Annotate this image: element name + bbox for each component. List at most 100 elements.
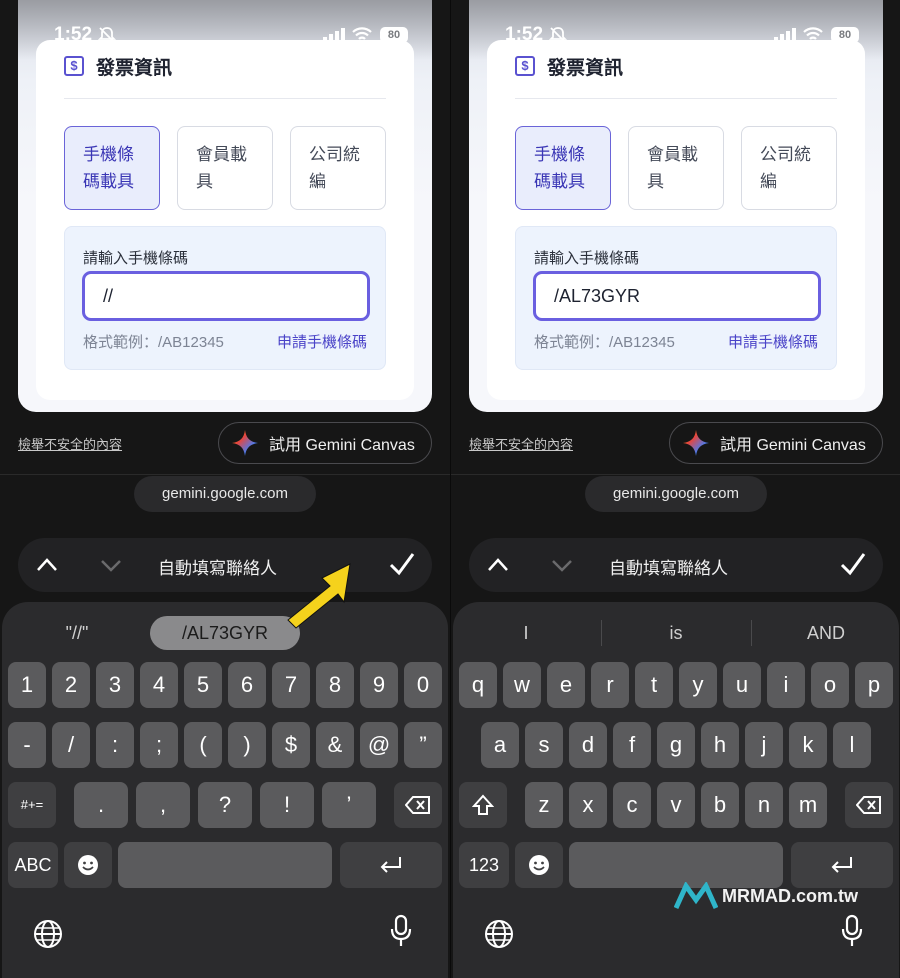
option-label: 會員載: [196, 145, 247, 164]
key[interactable]: y: [679, 662, 717, 708]
watermark: MRMAD.com.tw: [674, 880, 858, 912]
emoji-key[interactable]: [64, 842, 112, 888]
divider: [64, 98, 386, 99]
url-pill[interactable]: gemini.google.com: [134, 476, 316, 512]
microphone-icon[interactable]: [841, 914, 863, 948]
webview: 1:52 80 $ 發票資訊 手機條 碼載具 會員載 具 公司統 編 請輸入手機…: [469, 0, 883, 412]
key[interactable]: 4: [140, 662, 178, 708]
key[interactable]: f: [613, 722, 651, 768]
suggestion[interactable]: I: [453, 616, 599, 650]
key[interactable]: e: [547, 662, 585, 708]
symbols-toggle-key[interactable]: #+=: [8, 782, 56, 828]
key[interactable]: t: [635, 662, 673, 708]
key[interactable]: 9: [360, 662, 398, 708]
chevron-down-icon[interactable]: [100, 555, 122, 575]
report-unsafe-link[interactable]: 檢舉不安全的內容: [469, 434, 573, 453]
key[interactable]: q: [459, 662, 497, 708]
delete-key[interactable]: [394, 782, 442, 828]
key[interactable]: ): [228, 722, 266, 768]
key[interactable]: $: [272, 722, 310, 768]
shift-key[interactable]: [459, 782, 507, 828]
key[interactable]: ;: [140, 722, 178, 768]
key[interactable]: (: [184, 722, 222, 768]
barcode-input[interactable]: //: [82, 271, 370, 321]
try-gemini-canvas-button[interactable]: 試用 Gemini Canvas: [669, 422, 883, 464]
option-company-tax-id[interactable]: 公司統 編: [741, 126, 837, 210]
checkmark-icon[interactable]: [839, 550, 867, 578]
chevron-up-icon[interactable]: [487, 555, 509, 575]
return-key[interactable]: [340, 842, 442, 888]
numbers-key[interactable]: 123: [459, 842, 509, 888]
apply-barcode-link[interactable]: 申請手機條碼: [728, 331, 818, 352]
suggestion[interactable]: "//": [42, 616, 112, 650]
option-member-carrier[interactable]: 會員載 具: [177, 126, 273, 210]
key[interactable]: u: [723, 662, 761, 708]
globe-icon[interactable]: [483, 918, 515, 950]
key[interactable]: w: [503, 662, 541, 708]
autofill-contacts-label[interactable]: 自動填寫聯絡人: [609, 554, 728, 579]
emoji-key[interactable]: [515, 842, 563, 888]
key[interactable]: ’: [322, 782, 376, 828]
key[interactable]: r: [591, 662, 629, 708]
key[interactable]: 1: [8, 662, 46, 708]
option-member-carrier[interactable]: 會員載 具: [628, 126, 724, 210]
key[interactable]: &: [316, 722, 354, 768]
key[interactable]: .: [74, 782, 128, 828]
chevron-up-icon[interactable]: [36, 555, 58, 575]
key[interactable]: k: [789, 722, 827, 768]
key[interactable]: p: [855, 662, 893, 708]
key[interactable]: z: [525, 782, 563, 828]
key[interactable]: c: [613, 782, 651, 828]
checkmark-icon[interactable]: [388, 550, 416, 578]
key[interactable]: j: [745, 722, 783, 768]
key[interactable]: a: [481, 722, 519, 768]
key[interactable]: l: [833, 722, 871, 768]
abc-key[interactable]: ABC: [8, 842, 58, 888]
key[interactable]: x: [569, 782, 607, 828]
suggestion[interactable]: AND: [753, 616, 899, 650]
key[interactable]: 3: [96, 662, 134, 708]
space-key[interactable]: [118, 842, 332, 888]
key[interactable]: m: [789, 782, 827, 828]
autofill-bar: 自動填寫聯絡人: [18, 538, 432, 592]
suggestion-highlighted[interactable]: /AL73GYR: [150, 616, 300, 650]
option-company-tax-id[interactable]: 公司統 編: [290, 126, 386, 210]
key[interactable]: h: [701, 722, 739, 768]
key[interactable]: !: [260, 782, 314, 828]
option-mobile-barcode[interactable]: 手機條 碼載具: [64, 126, 160, 210]
globe-icon[interactable]: [32, 918, 64, 950]
key[interactable]: b: [701, 782, 739, 828]
key[interactable]: ?: [198, 782, 252, 828]
key[interactable]: 5: [184, 662, 222, 708]
suggestion[interactable]: is: [603, 616, 749, 650]
key[interactable]: 0: [404, 662, 442, 708]
key[interactable]: s: [525, 722, 563, 768]
key[interactable]: g: [657, 722, 695, 768]
key[interactable]: i: [767, 662, 805, 708]
autofill-contacts-label[interactable]: 自動填寫聯絡人: [158, 554, 277, 579]
key[interactable]: 2: [52, 662, 90, 708]
key[interactable]: v: [657, 782, 695, 828]
barcode-input-box: 請輸入手機條碼 // 格式範例：/AB12345 申請手機條碼: [64, 226, 386, 370]
key[interactable]: n: [745, 782, 783, 828]
key[interactable]: 6: [228, 662, 266, 708]
key[interactable]: 7: [272, 662, 310, 708]
option-mobile-barcode[interactable]: 手機條 碼載具: [515, 126, 611, 210]
try-gemini-canvas-button[interactable]: 試用 Gemini Canvas: [218, 422, 432, 464]
delete-key[interactable]: [845, 782, 893, 828]
barcode-input[interactable]: /AL73GYR: [533, 271, 821, 321]
key[interactable]: ,: [136, 782, 190, 828]
key[interactable]: o: [811, 662, 849, 708]
microphone-icon[interactable]: [390, 914, 412, 948]
apply-barcode-link[interactable]: 申請手機條碼: [277, 331, 367, 352]
key[interactable]: d: [569, 722, 607, 768]
url-pill[interactable]: gemini.google.com: [585, 476, 767, 512]
key[interactable]: @: [360, 722, 398, 768]
key[interactable]: /: [52, 722, 90, 768]
key[interactable]: -: [8, 722, 46, 768]
report-unsafe-link[interactable]: 檢舉不安全的內容: [18, 434, 122, 453]
key[interactable]: :: [96, 722, 134, 768]
chevron-down-icon[interactable]: [551, 555, 573, 575]
key[interactable]: ”: [404, 722, 442, 768]
key[interactable]: 8: [316, 662, 354, 708]
